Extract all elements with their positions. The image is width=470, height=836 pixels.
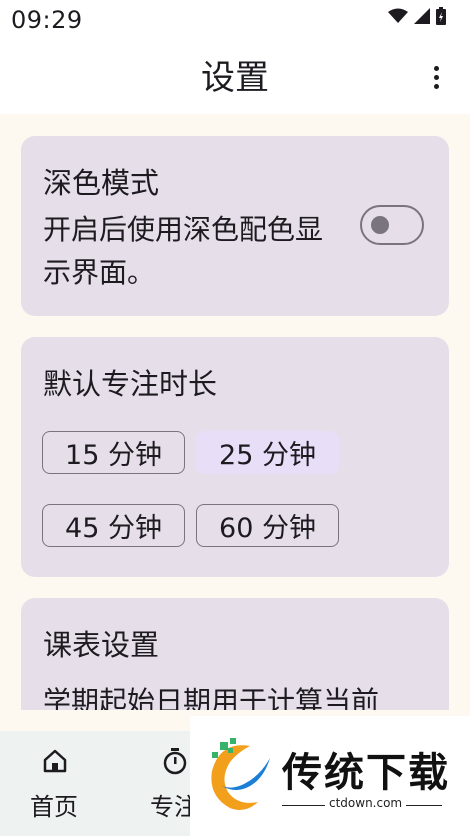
- timer-icon: [163, 748, 187, 775]
- duration-chip-25[interactable]: 25 分钟: [196, 431, 339, 474]
- status-time: 09:29: [11, 6, 83, 34]
- dark-mode-desc-line1: 开启后使用深色配色显: [43, 213, 324, 246]
- ctdown-logo-icon: [211, 738, 270, 810]
- dark-mode-desc-line2: 示界面。: [43, 256, 156, 289]
- watermark-url: ctdown.com: [325, 796, 407, 810]
- schedule-card: 课表设置 学期起始日期用于计算当前: [21, 598, 449, 710]
- duration-chip-60[interactable]: 60 分钟: [196, 504, 339, 547]
- status-icons: [388, 6, 446, 26]
- watermark-overlay: 传统下载 ctdown.com: [190, 716, 470, 836]
- status-bar: 09:29: [0, 0, 470, 40]
- dark-mode-card: 深色模式 开启后使用深色配色显 示界面。: [21, 136, 449, 316]
- dark-mode-title: 深色模式: [43, 166, 160, 200]
- focus-duration-card: 默认专注时长 15 分钟 25 分钟 45 分钟 60 分钟: [21, 337, 449, 577]
- dark-mode-toggle[interactable]: [360, 205, 424, 245]
- app-bar: 设置: [0, 40, 470, 114]
- focus-duration-title: 默认专注时长: [43, 367, 218, 401]
- schedule-title: 课表设置: [43, 628, 160, 662]
- duration-chip-45[interactable]: 45 分钟: [42, 504, 185, 547]
- page-title: 设置: [201, 58, 269, 98]
- more-vert-icon[interactable]: [426, 62, 446, 92]
- battery-icon: [436, 7, 446, 25]
- duration-chip-15[interactable]: 15 分钟: [42, 431, 185, 474]
- nav-label-home: 首页: [30, 793, 78, 821]
- home-icon: [43, 749, 67, 773]
- toggle-thumb: [371, 216, 389, 234]
- watermark-brand: 传统下载: [282, 750, 450, 796]
- signal-icon: [414, 8, 430, 24]
- schedule-desc-line1: 学期起始日期用于计算当前: [43, 685, 380, 710]
- wifi-icon: [388, 8, 408, 23]
